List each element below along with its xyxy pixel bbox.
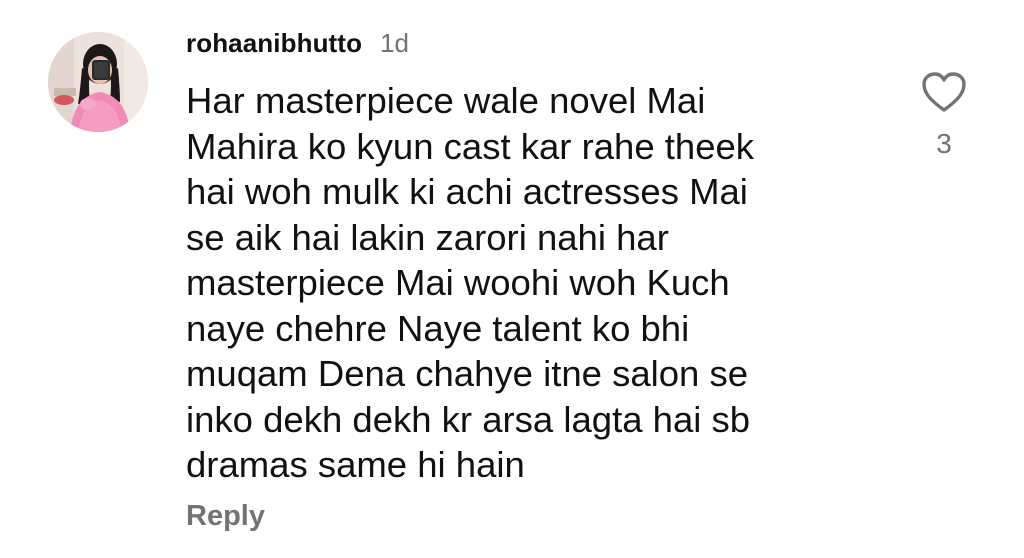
like-count: 3	[936, 128, 952, 159]
username[interactable]: rohaanibhutto	[186, 28, 362, 59]
comment: rohaanibhutto 1d Har masterpiece wale no…	[0, 0, 1024, 558]
timestamp: 1d	[380, 28, 409, 58]
avatar-image	[48, 32, 148, 132]
avatar[interactable]	[48, 32, 148, 132]
like-section: 3	[918, 70, 970, 160]
comment-meta: rohaanibhutto 1d	[186, 28, 886, 68]
reply-button[interactable]: Reply	[186, 500, 265, 533]
heart-outline-icon[interactable]	[920, 70, 968, 114]
comment-text: Har masterpiece wale novel Mai Mahira ko…	[186, 80, 755, 485]
comment-body: rohaanibhutto 1d Har masterpiece wale no…	[186, 28, 886, 488]
